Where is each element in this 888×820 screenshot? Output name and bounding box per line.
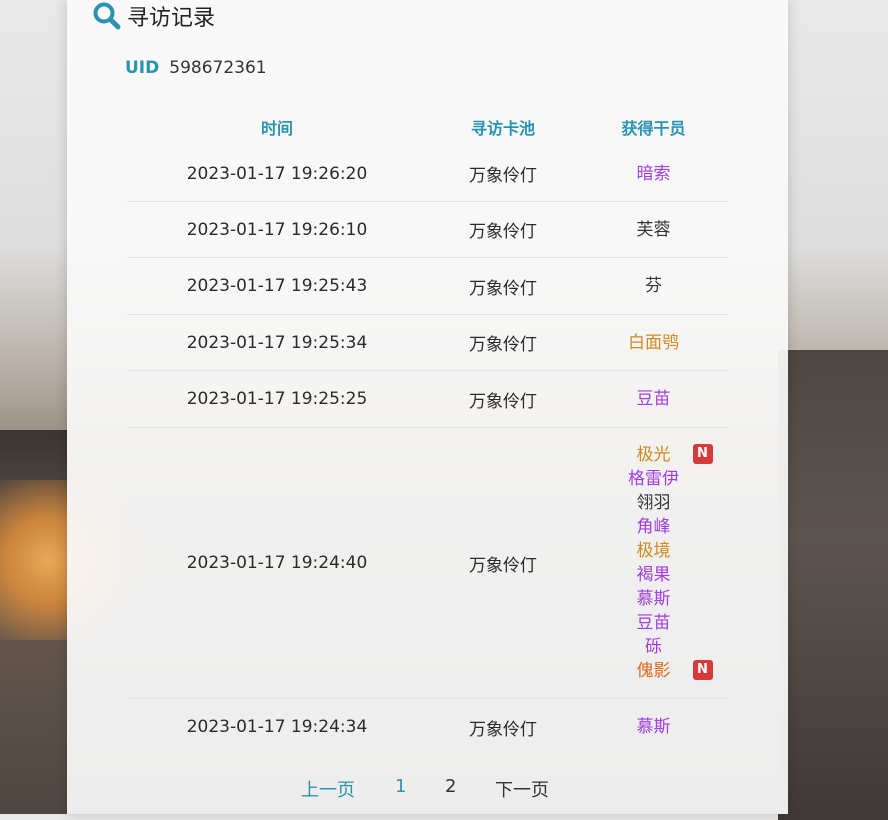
cell-pool: 万象伶仃: [469, 278, 537, 299]
operator-name: 暗索: [637, 162, 671, 186]
table-header: 时间 寻访卡池 获得干员: [127, 108, 728, 146]
cell-time: 2023-01-17 19:25:43: [186, 276, 368, 296]
uid-value: 598672361: [169, 58, 267, 78]
gacha-record-panel: 寻访记录 UID 598672361 时间 寻访卡池 获得干员 2023-01-…: [67, 0, 788, 814]
page-title: 寻访记录: [127, 6, 216, 31]
operator-name: 豆苗: [637, 611, 671, 635]
operator-list: 慕斯: [637, 715, 671, 739]
new-badge: N: [692, 660, 713, 680]
operator-label: 暗索: [636, 163, 671, 184]
cell-pool: 万象伶仃: [469, 719, 537, 740]
new-badge: N: [692, 444, 713, 464]
operator-label: 褐果: [636, 565, 671, 585]
table-row: 2023-01-17 19:26:10 万象伶仃 芙蓉: [127, 202, 728, 258]
operator-label: 白面鸮: [628, 332, 679, 353]
operator-name: 褐果: [637, 563, 671, 587]
uid-row: UID 598672361: [125, 58, 267, 78]
page-2-current: 2: [445, 776, 457, 797]
operator-name: 慕斯: [637, 587, 671, 611]
cell-pool: 万象伶仃: [469, 166, 537, 186]
next-page-link[interactable]: 下一页: [495, 776, 549, 802]
cell-time: 2023-01-17 19:26:20: [186, 163, 368, 184]
cell-pool: 万象伶仃: [469, 555, 537, 576]
uid-label: UID: [125, 58, 160, 78]
cell-time: 2023-01-17 19:24:40: [186, 553, 368, 573]
operator-name: 豆苗: [637, 387, 671, 411]
cell-operators: 芬: [579, 274, 728, 298]
operator-label: 砾: [645, 637, 662, 657]
operator-label: 芙蓉: [636, 219, 671, 240]
operator-name: 翎羽: [637, 491, 671, 515]
cell-time: 2023-01-17 19:25:25: [186, 389, 368, 409]
table-body: 2023-01-17 19:26:20 万象伶仃 暗索 2023-01-17 19:2…: [127, 146, 728, 755]
cell-operators: 豆苗: [579, 387, 728, 411]
operator-name: 砾: [645, 635, 662, 659]
operator-name: 极境: [637, 539, 671, 563]
panel-header: 寻访记录: [91, 0, 215, 32]
operator-label: 慕斯: [636, 589, 671, 609]
table-row: 2023-01-17 19:25:25 万象伶仃 豆苗: [127, 371, 728, 428]
operator-name: 白面鸮: [628, 331, 679, 355]
operator-list: 芙蓉: [637, 218, 671, 242]
cell-pool: 万象伶仃: [469, 391, 537, 412]
background-hill: [778, 350, 888, 820]
operator-label: 芬: [645, 276, 662, 296]
prev-page-link[interactable]: 上一页: [301, 776, 395, 802]
search-icon: [91, 0, 123, 32]
cell-operators: 白面鸮: [579, 331, 728, 355]
header-time: 时间: [260, 119, 293, 138]
operator-label: 豆苗: [636, 389, 671, 409]
operator-label: 极光: [636, 445, 671, 465]
pagination: 上一页 1 2 下一页: [301, 776, 549, 802]
cell-operators: 慕斯: [579, 715, 728, 739]
table-row: 2023-01-17 19:24:40 万象伶仃 极光 N 格雷伊翎羽角峰极境褐果慕斯豆…: [127, 428, 728, 699]
cell-operators: 暗索: [579, 162, 728, 186]
header-pool: 寻访卡池: [470, 119, 535, 138]
operator-list: 豆苗: [637, 387, 671, 411]
table-row: 2023-01-17 19:25:43 万象伶仃 芬: [127, 258, 728, 315]
operator-label: 慕斯: [636, 717, 671, 737]
operator-list: 极光 N 格雷伊翎羽角峰极境褐果慕斯豆苗砾傀影 N: [628, 443, 713, 683]
operator-list: 白面鸮: [628, 331, 679, 355]
operator-name: 格雷伊: [628, 467, 679, 491]
operator-label: 极境: [636, 541, 671, 561]
cell-time: 2023-01-17 19:26:10: [186, 219, 368, 240]
cell-pool: 万象伶仃: [469, 335, 537, 355]
operator-name: 角峰: [637, 515, 671, 539]
cell-pool: 万象伶仃: [469, 222, 537, 242]
operator-label: 角峰: [636, 517, 671, 537]
table-row: 2023-01-17 19:24:34 万象伶仃 慕斯: [127, 699, 728, 755]
operator-name: 傀影 N: [636, 659, 713, 683]
operator-name: 极光 N: [636, 443, 713, 467]
operator-name: 慕斯: [637, 715, 671, 739]
operator-name: 芙蓉: [637, 218, 671, 242]
cell-operators: 极光 N 格雷伊翎羽角峰极境褐果慕斯豆苗砾傀影 N: [579, 443, 728, 683]
operator-label: 傀影: [636, 661, 671, 681]
operator-label: 格雷伊: [628, 469, 679, 489]
cell-time: 2023-01-17 19:25:34: [186, 332, 368, 353]
page-1-link[interactable]: 1: [395, 776, 445, 802]
record-table: 时间 寻访卡池 获得干员 2023-01-17 19:26:20 万象伶仃 暗索 20…: [127, 108, 728, 755]
operator-label: 豆苗: [636, 613, 671, 633]
header-operators: 获得干员: [621, 119, 686, 138]
operator-list: 芬: [645, 274, 662, 298]
table-row: 2023-01-17 19:25:34 万象伶仃 白面鸮: [127, 315, 728, 371]
operator-name: 芬: [645, 274, 662, 298]
operator-label: 翎羽: [636, 493, 671, 513]
cell-time: 2023-01-17 19:24:34: [186, 717, 368, 737]
operator-list: 暗索: [637, 162, 671, 186]
table-row: 2023-01-17 19:26:20 万象伶仃 暗索: [127, 146, 728, 202]
cell-operators: 芙蓉: [579, 218, 728, 242]
